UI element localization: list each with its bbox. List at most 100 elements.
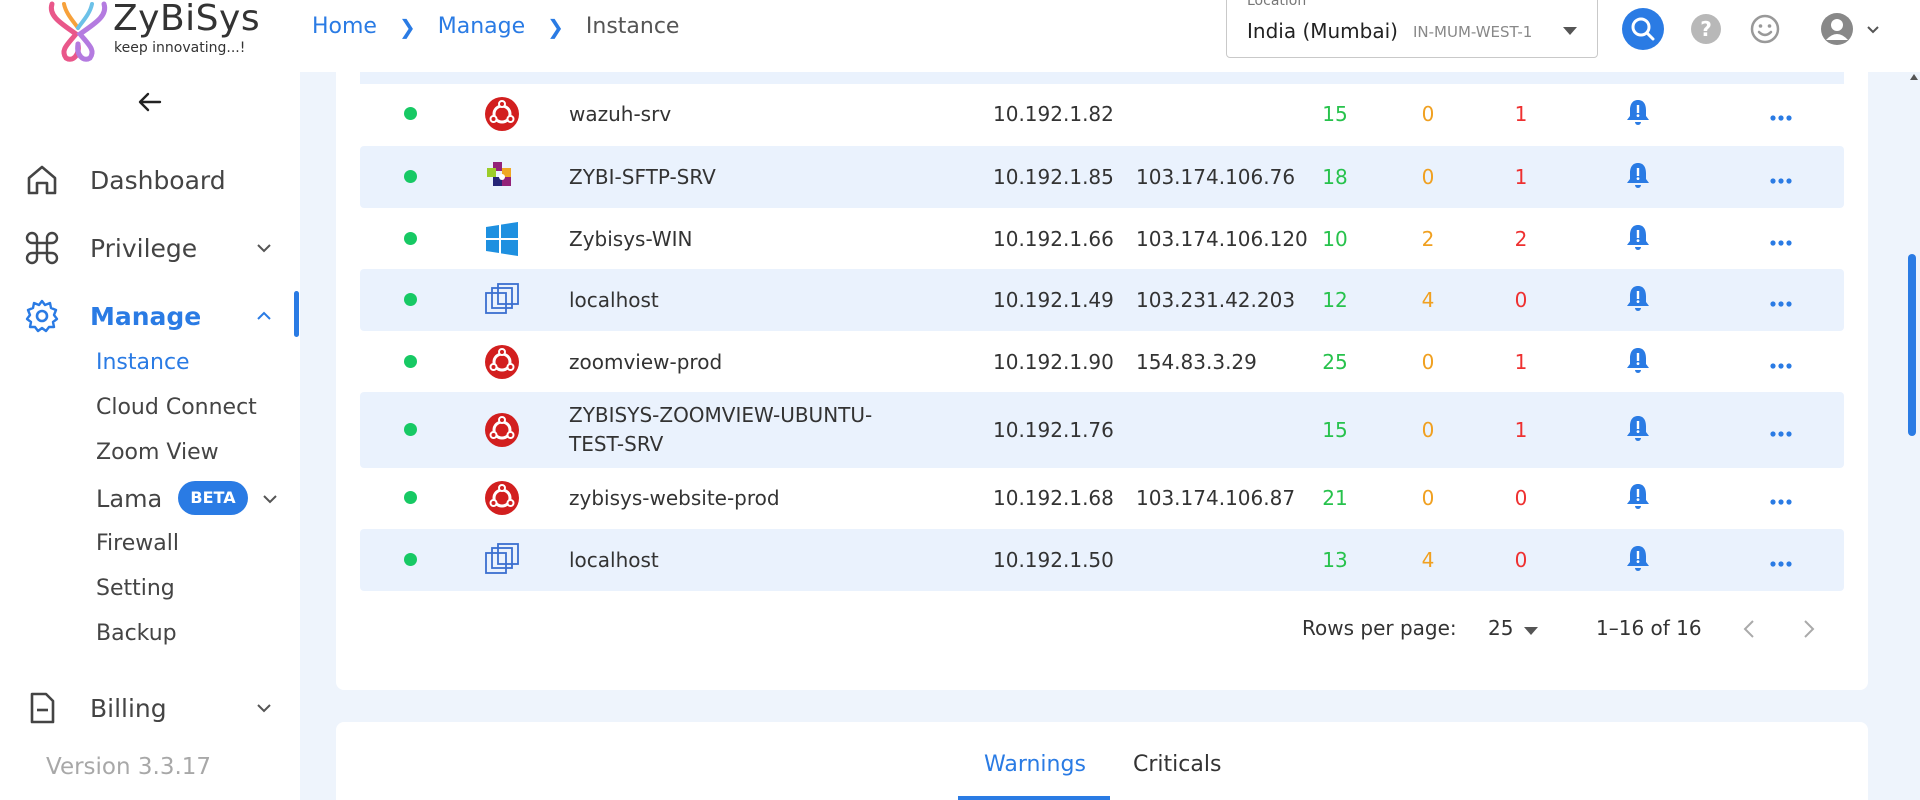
red-count: 1 [1514,165,1528,189]
bell-icon[interactable] [1625,284,1651,312]
sidebar-item-manage[interactable]: Manage [0,290,300,340]
bell-icon[interactable] [1625,161,1651,189]
location-select[interactable]: Location India (Mumbai) IN-MUM-WEST-1 [1226,0,1598,58]
instance-name[interactable]: localhost [569,286,909,315]
top-bar: ZyBiSys keep innovating...! Home ❯ Manag… [0,0,1920,72]
gear-icon [25,299,59,333]
back-arrow-icon[interactable] [136,90,164,114]
caret-down-icon [1563,27,1577,35]
green-count: 10 [1322,227,1348,251]
status-dot [404,355,417,368]
more-options-icon[interactable] [1766,294,1796,307]
table-row [360,72,1844,84]
instance-name[interactable]: localhost [569,546,909,575]
scrollbar-thumb[interactable] [1908,254,1916,436]
scrollbar[interactable] [1906,72,1920,800]
chevron-down-icon[interactable] [1866,22,1880,36]
sidebar-item-privilege[interactable]: Privilege [0,222,300,272]
smile-icon[interactable] [1750,14,1780,44]
private-ip: 10.192.1.76 [993,418,1114,442]
instance-name[interactable]: Zybisys-WIN [569,225,909,254]
bell-icon[interactable] [1625,223,1651,251]
chevron-left-icon[interactable] [1742,618,1756,640]
sidebar-sub-lama[interactable]: Lama BETA [96,481,286,515]
status-dot [404,293,417,306]
search-button[interactable] [1622,8,1664,50]
tab-criticals[interactable]: Criticals [1133,752,1221,777]
breadcrumb-home[interactable]: Home [312,14,377,39]
rows-per-page-label: Rows per page: [1302,616,1457,640]
sidebar-sub-instance[interactable]: Instance [96,350,190,375]
more-options-icon[interactable] [1766,233,1796,246]
help-icon[interactable]: ? [1691,14,1721,44]
table-row[interactable]: zoomview-prod 10.192.1.90 154.83.3.29 25 0 1 [360,331,1844,393]
table-row[interactable]: localhost 10.192.1.49 103.231.42.203 12 4 0 [360,269,1844,331]
red-count: 2 [1514,227,1528,251]
public-ip: 103.174.106.76 [1136,165,1296,189]
status-dot [404,423,417,436]
rows-per-page-select[interactable]: 25 [1488,616,1513,640]
chevron-right-icon: ❯ [398,14,416,39]
ubuntu-icon [484,412,520,448]
tab-warnings[interactable]: Warnings [984,752,1086,777]
breadcrumb-manage[interactable]: Manage [438,14,525,39]
zybisys-logo[interactable]: ZyBiSys keep innovating...! [46,0,260,66]
alerts-card [336,722,1868,800]
more-options-icon[interactable] [1766,554,1796,567]
bell-icon[interactable] [1625,544,1651,572]
more-options-icon[interactable] [1766,356,1796,369]
scroll-up-icon[interactable] [1910,74,1918,80]
sidebar-label-manage: Manage [90,302,202,331]
private-ip: 10.192.1.50 [993,548,1114,572]
table-row[interactable]: ZYBISYS-ZOOMVIEW-UBUNTU-TEST-SRV 10.192.1… [360,392,1844,468]
sidebar-sub-backup[interactable]: Backup [96,621,177,646]
bell-icon[interactable] [1625,98,1651,126]
location-value: India (Mumbai) [1247,19,1398,43]
windows-icon [484,221,520,257]
sidebar: Dashboard Privilege Manage Instance Clou… [0,72,300,800]
active-indicator [294,291,299,337]
instance-name[interactable]: ZYBI-SFTP-SRV [569,163,909,192]
more-options-icon[interactable] [1766,492,1796,505]
caret-down-icon[interactable] [1524,627,1538,635]
sidebar-sub-cloud-connect[interactable]: Cloud Connect [96,395,257,420]
sidebar-sub-lama-label: Lama [96,485,163,513]
chevron-down-icon [263,495,277,504]
version-label: Version 3.3.17 [46,754,212,780]
table-row[interactable]: Zybisys-WIN 10.192.1.66 103.174.106.120 10 2… [360,208,1844,270]
instance-name[interactable]: ZYBISYS-ZOOMVIEW-UBUNTU-TEST-SRV [569,401,909,459]
status-dot [404,232,417,245]
breadcrumb-instance: Instance [585,14,680,39]
private-ip: 10.192.1.68 [993,486,1114,510]
ubuntu-icon [484,480,520,516]
green-count: 12 [1322,288,1348,312]
bell-icon[interactable] [1625,482,1651,510]
instance-name[interactable]: zoomview-prod [569,348,909,377]
breadcrumb: Home ❯ Manage ❯ Instance [312,14,679,39]
virtual-machine-icon [484,282,520,318]
instance-name[interactable]: zybisys-website-prod [569,484,909,513]
bell-icon[interactable] [1625,346,1651,374]
table-row[interactable]: ZYBI-SFTP-SRV 10.192.1.85 103.174.106.76 18… [360,146,1844,208]
sidebar-sub-setting[interactable]: Setting [96,576,175,601]
private-ip: 10.192.1.82 [993,102,1114,126]
sidebar-sub-firewall[interactable]: Firewall [96,531,179,556]
table-row[interactable]: wazuh-srv 10.192.1.82 15 0 1 [360,90,1844,138]
table-row[interactable]: zybisys-website-prod 10.192.1.68 103.174.1… [360,467,1844,529]
table-row[interactable]: localhost 10.192.1.50 13 4 0 [360,529,1844,591]
sidebar-item-dashboard[interactable]: Dashboard [0,154,300,204]
orange-count: 0 [1421,165,1435,189]
private-ip: 10.192.1.66 [993,227,1114,251]
red-count: 0 [1514,548,1528,572]
instance-name[interactable]: wazuh-srv [569,100,909,129]
more-options-icon[interactable] [1766,171,1796,184]
more-options-icon[interactable] [1766,424,1796,437]
more-options-icon[interactable] [1766,108,1796,121]
red-count: 0 [1514,486,1528,510]
avatar-icon[interactable] [1820,12,1854,46]
chevron-right-icon[interactable] [1802,618,1816,640]
bell-icon[interactable] [1625,414,1651,442]
sidebar-sub-zoom-view[interactable]: Zoom View [96,440,219,465]
sidebar-item-billing[interactable]: Billing [0,682,300,732]
pagination-range: 1–16 of 16 [1596,616,1702,640]
